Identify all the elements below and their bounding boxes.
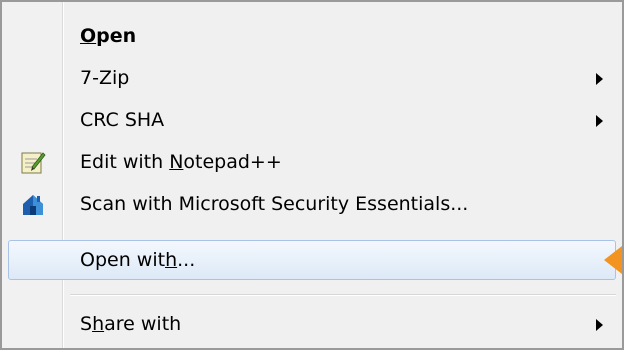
menu-separator bbox=[70, 294, 616, 296]
menu-item-share-with[interactable]: Share with bbox=[6, 304, 616, 344]
submenu-arrow-icon bbox=[596, 73, 603, 85]
menu-item-scan-with-mse[interactable]: Scan with Microsoft Security Essentials.… bbox=[6, 184, 616, 224]
submenu-arrow-icon bbox=[596, 115, 603, 127]
menu-item-label: Edit with Notepad++ bbox=[80, 151, 282, 173]
menu-item-7zip[interactable]: 7-Zip bbox=[6, 58, 616, 98]
menu-item-label: CRC SHA bbox=[80, 109, 165, 131]
menu-item-open[interactable]: Open bbox=[6, 16, 616, 56]
menu-item-label: Open with... bbox=[80, 249, 196, 271]
menu-item-edit-with-notepad[interactable]: Edit with Notepad++ bbox=[6, 142, 616, 182]
menu-item-label: 7-Zip bbox=[80, 67, 130, 89]
callout-pointer-icon bbox=[604, 246, 622, 274]
menu-item-crc-sha[interactable]: CRC SHA bbox=[6, 100, 616, 140]
menu-item-label: Open bbox=[80, 25, 137, 47]
submenu-arrow-icon bbox=[596, 319, 603, 331]
menu-item-open-with[interactable]: Open with... bbox=[8, 240, 616, 280]
menu-item-label: Scan with Microsoft Security Essentials.… bbox=[80, 193, 469, 215]
notepad-plus-plus-icon bbox=[21, 152, 46, 174]
context-menu: Open 7-Zip CRC SHA Edit with Notepad++ S… bbox=[0, 0, 624, 350]
microsoft-security-essentials-icon bbox=[23, 195, 43, 215]
menu-item-label: Share with bbox=[80, 313, 182, 335]
